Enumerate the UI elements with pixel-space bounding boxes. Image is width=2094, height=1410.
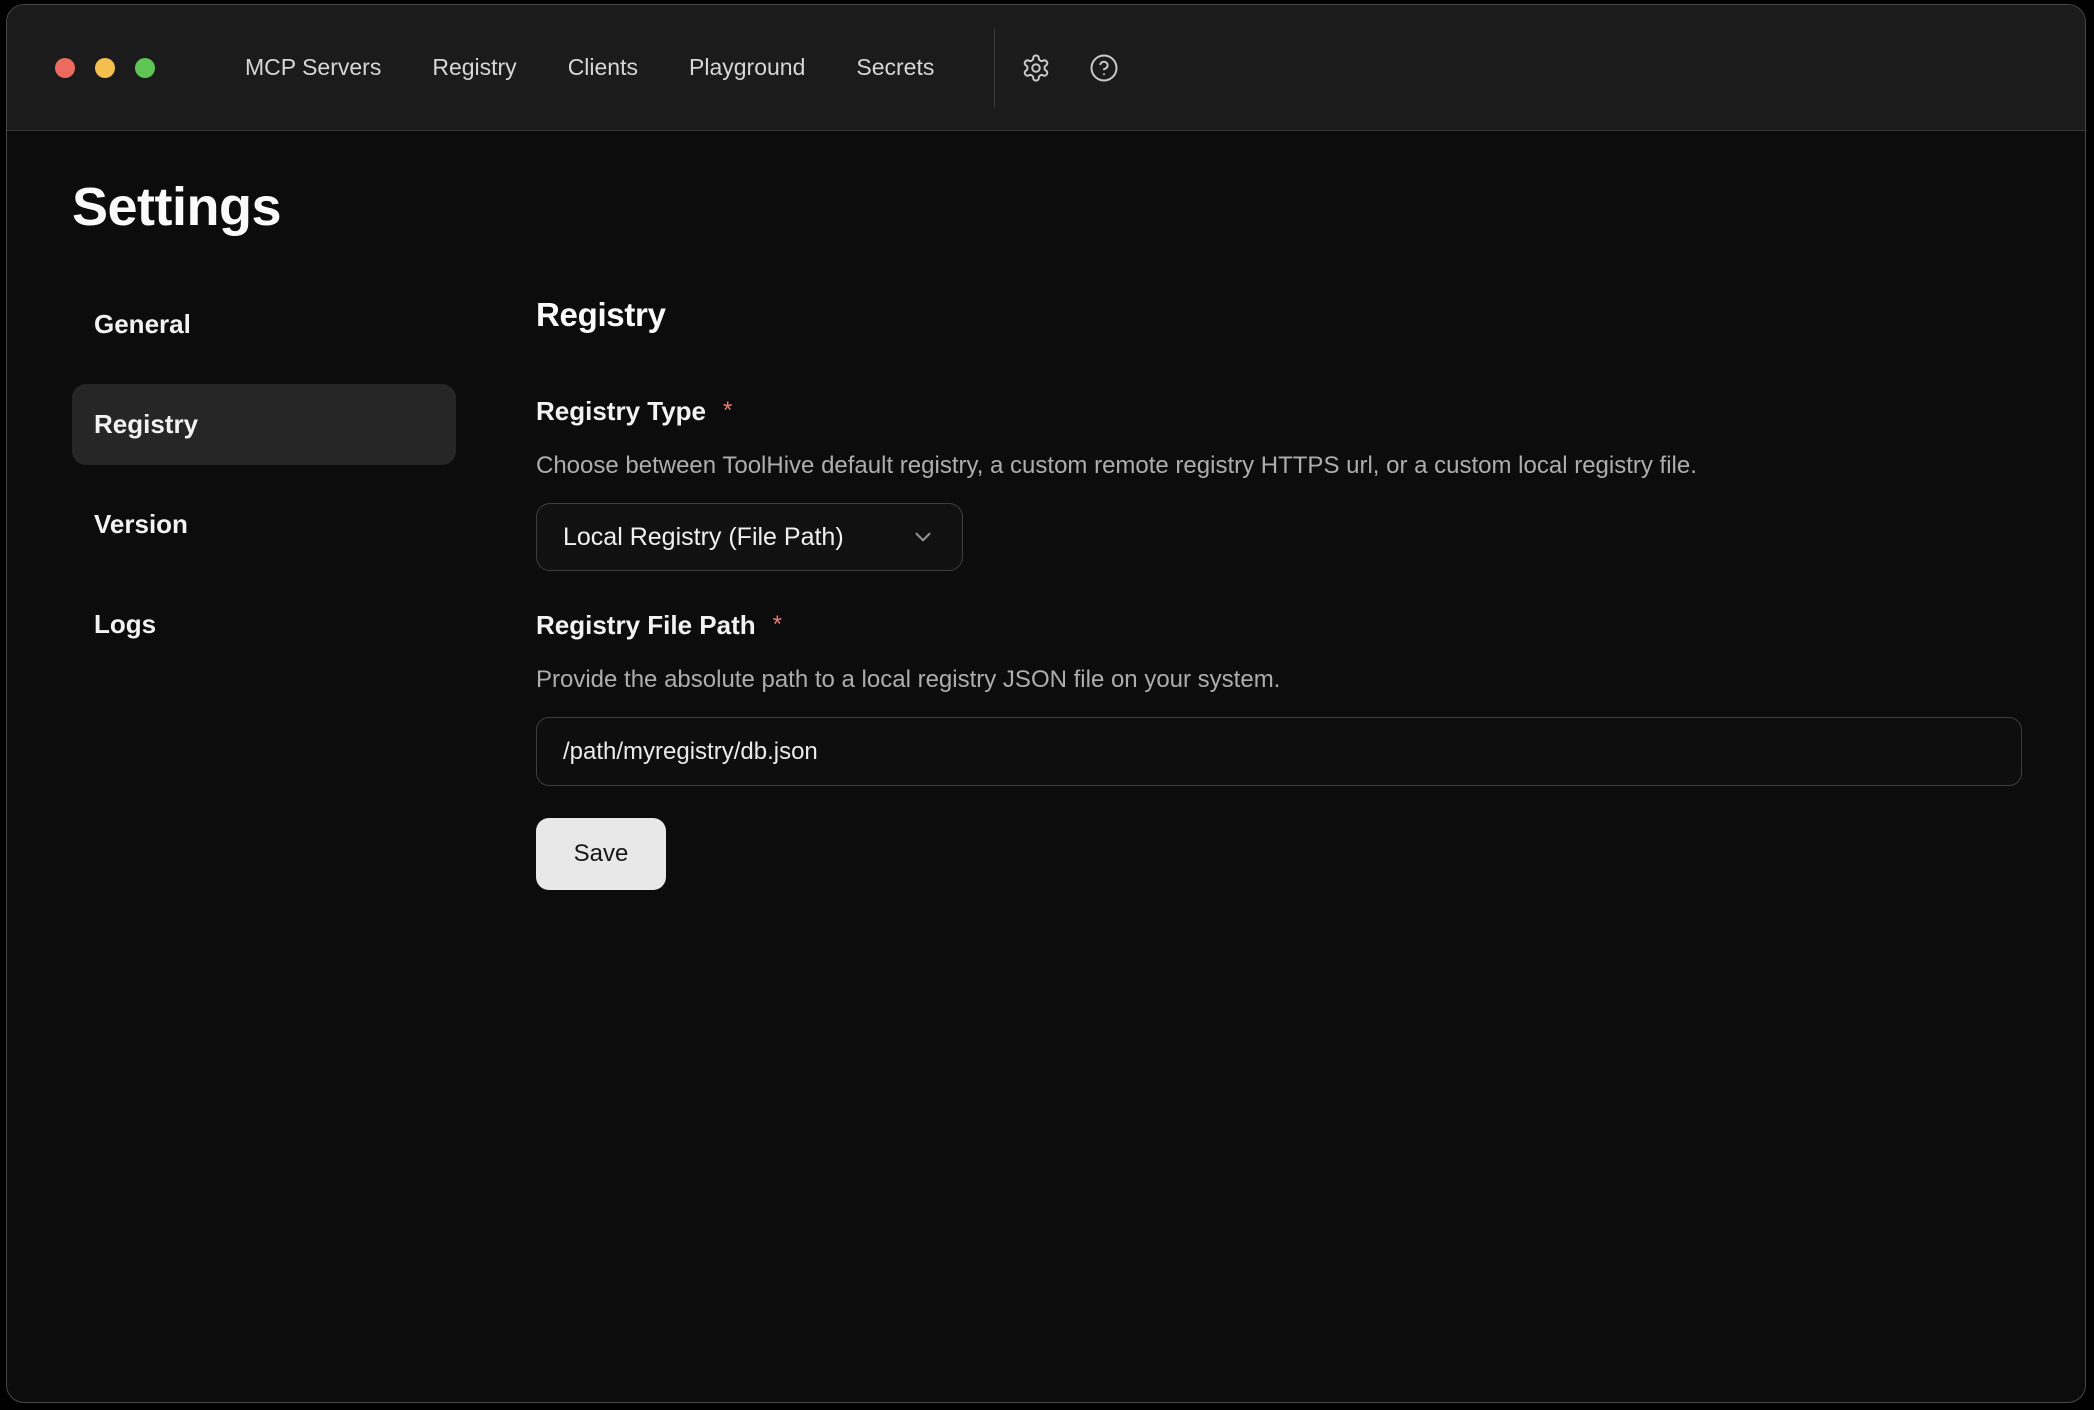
close-window-button[interactable] — [55, 58, 75, 78]
registry-file-path-label: Registry File Path — [536, 612, 756, 638]
section-title: Registry — [536, 296, 2022, 334]
help-icon[interactable] — [1089, 53, 1119, 83]
titlebar-icons — [1021, 53, 1119, 83]
zoom-window-button[interactable] — [135, 58, 155, 78]
gear-icon[interactable] — [1021, 53, 1051, 83]
titlebar-divider — [994, 28, 995, 108]
main-nav: MCP Servers Registry Clients Playground … — [245, 54, 934, 81]
content-area: Settings General Registry Version Logs R… — [7, 131, 2085, 890]
registry-type-selected-value: Local Registry (File Path) — [563, 523, 844, 552]
nav-item-playground[interactable]: Playground — [689, 54, 805, 81]
registry-file-path-description: Provide the absolute path to a local reg… — [536, 668, 2022, 692]
required-asterisk: * — [723, 398, 732, 422]
registry-type-select[interactable]: Local Registry (File Path) — [536, 503, 963, 571]
nav-item-mcp-servers[interactable]: MCP Servers — [245, 54, 381, 81]
sidebar-item-general[interactable]: General — [72, 284, 456, 365]
sidebar-item-logs[interactable]: Logs — [72, 584, 456, 665]
nav-item-registry[interactable]: Registry — [432, 54, 516, 81]
sidebar-item-version[interactable]: Version — [72, 484, 456, 565]
titlebar: MCP Servers Registry Clients Playground … — [7, 5, 2085, 131]
registry-type-label: Registry Type — [536, 398, 706, 424]
settings-sidebar: General Registry Version Logs — [72, 284, 456, 890]
traffic-lights — [55, 58, 155, 78]
page-title: Settings — [72, 176, 2022, 238]
app-window: MCP Servers Registry Clients Playground … — [6, 4, 2086, 1403]
registry-settings-panel: Registry Registry Type * Choose between … — [536, 284, 2022, 890]
minimize-window-button[interactable] — [95, 58, 115, 78]
chevron-down-icon — [910, 524, 936, 550]
registry-file-path-input[interactable] — [536, 717, 2022, 786]
save-button[interactable]: Save — [536, 818, 666, 890]
nav-item-clients[interactable]: Clients — [568, 54, 638, 81]
registry-type-description: Choose between ToolHive default registry… — [536, 454, 2022, 478]
nav-item-secrets[interactable]: Secrets — [856, 54, 934, 81]
required-asterisk: * — [773, 612, 782, 636]
sidebar-item-registry[interactable]: Registry — [72, 384, 456, 465]
